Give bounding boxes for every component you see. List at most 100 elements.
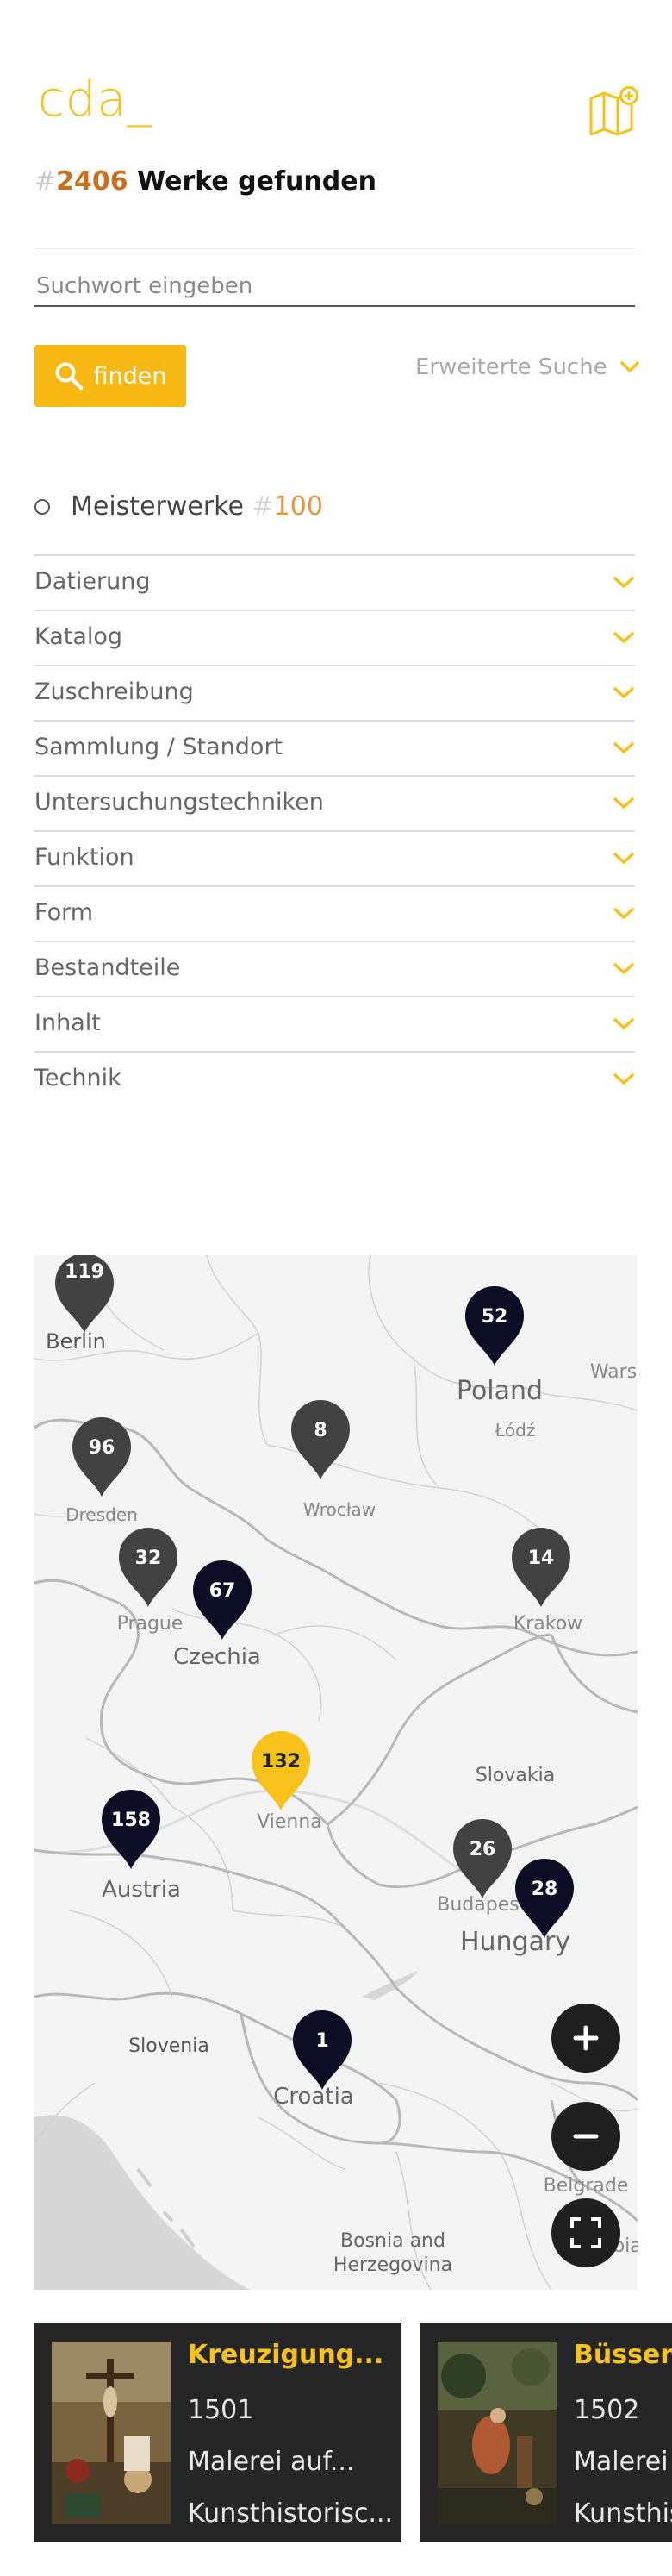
label-hungary: Hungary — [460, 1927, 570, 1957]
filter-label: Technik — [34, 1064, 121, 1091]
result-count-label: Werke gefunden — [128, 166, 376, 197]
search-input[interactable] — [34, 267, 635, 307]
artwork-thumbnail — [52, 2342, 171, 2524]
marker-count: 96 — [89, 1437, 115, 1459]
label-budapest: Budapes — [437, 1894, 519, 1916]
filter-label: Untersuchungstechniken — [34, 788, 324, 816]
label-slovenia: Slovenia — [128, 2035, 209, 2057]
chevron-down-icon — [613, 963, 634, 974]
filter-label: Inhalt — [34, 1009, 101, 1036]
divider — [34, 248, 635, 249]
filter-label: Sammlung / Standort — [34, 733, 283, 760]
filter-label: Zuschreibung — [34, 678, 194, 705]
marker-count: 158 — [111, 1810, 151, 1831]
search-icon — [55, 362, 83, 391]
label-belgrade: Belgrade — [544, 2175, 629, 2197]
artwork-material: Malerei — [574, 2447, 669, 2477]
filter-katalog[interactable]: Katalog — [34, 610, 635, 665]
result-count-number: 2406 — [56, 166, 128, 197]
artwork-title: Kreuzigung... — [188, 2340, 384, 2370]
filter-list: Datierung Katalog Zuschreibung Sammlung … — [34, 554, 635, 1106]
plus-icon — [573, 2025, 599, 2051]
label-bosnia-1: Bosnia and — [340, 2230, 445, 2252]
label-bosnia-2: Herzegovina — [333, 2254, 452, 2276]
fullscreen-icon — [570, 2217, 601, 2248]
label-dresden: Dresden — [65, 1504, 138, 1525]
chevron-down-icon — [613, 687, 634, 698]
marker-count: 32 — [135, 1547, 162, 1569]
chevron-down-icon — [613, 577, 634, 588]
filter-form[interactable]: Form — [34, 885, 635, 941]
fullscreen-button[interactable] — [551, 2198, 620, 2267]
artwork-card[interactable]: Kreuzigung... 1501 Malerei auf... Kunsth… — [34, 2323, 401, 2542]
zoom-out-button[interactable] — [551, 2102, 620, 2171]
minus-icon — [573, 2134, 599, 2139]
chevron-down-icon — [613, 853, 634, 864]
marker-count: 1 — [315, 2030, 328, 2052]
filter-zuschreibung[interactable]: Zuschreibung — [34, 665, 635, 720]
filter-technik[interactable]: Technik — [34, 1051, 635, 1106]
advanced-search-toggle[interactable]: Erweiterte Suche — [415, 350, 640, 385]
find-button-label: finden — [93, 362, 167, 390]
masterpieces-label: Meisterwerke — [71, 491, 244, 522]
artwork-location: Kunsthistorisc... — [188, 2498, 394, 2529]
masterpieces-count: 100 — [273, 491, 323, 522]
label-warsaw: Wars — [590, 1361, 637, 1383]
chevron-down-icon — [613, 632, 634, 643]
map-plus-icon[interactable] — [588, 86, 638, 136]
filter-inhalt[interactable]: Inhalt — [34, 996, 635, 1051]
map[interactable]: Berlin Poland Wars Łódź Dresden Wrocław … — [34, 1255, 638, 2290]
artwork-location: Kunsthis — [574, 2498, 672, 2529]
filter-funktion[interactable]: Funktion — [34, 830, 635, 885]
marker-count: 119 — [65, 1261, 104, 1283]
label-prague: Prague — [117, 1613, 184, 1635]
filter-datierung[interactable]: Datierung — [34, 554, 635, 610]
chevron-down-icon — [613, 797, 634, 809]
zoom-in-button[interactable] — [551, 2004, 620, 2073]
label-czechia: Czechia — [173, 1644, 261, 1670]
chevron-down-icon — [613, 742, 634, 753]
filter-label: Bestandteile — [34, 953, 181, 981]
filter-sammlung[interactable]: Sammlung / Standort — [34, 720, 635, 775]
result-hash: # — [34, 166, 57, 197]
label-berlin: Berlin — [46, 1329, 106, 1354]
marker-count: 132 — [261, 1751, 301, 1773]
label-slovakia: Slovakia — [476, 1765, 555, 1786]
artwork-year: 1501 — [188, 2395, 254, 2425]
masterpieces-radio[interactable] — [34, 498, 50, 515]
chevron-down-icon — [613, 1073, 634, 1085]
result-count: #2406 Werke gefunden — [34, 169, 376, 195]
label-vienna: Vienna — [257, 1811, 322, 1833]
marker-count: 28 — [532, 1879, 558, 1900]
artwork-card[interactable]: Büssend 1502 Malerei Kunsthis — [420, 2323, 672, 2542]
marker-count: 8 — [314, 1420, 327, 1441]
marker-count: 14 — [528, 1547, 555, 1569]
chevron-down-icon — [619, 361, 639, 372]
artwork-year: 1502 — [574, 2395, 640, 2425]
advanced-search-label: Erweiterte Suche — [415, 354, 607, 380]
filter-untersuchungstechniken[interactable]: Untersuchungstechniken — [34, 775, 635, 830]
find-button[interactable]: finden — [34, 345, 186, 407]
marker-count: 26 — [470, 1839, 496, 1860]
label-lodz: Łódź — [495, 1420, 536, 1441]
filter-label: Katalog — [34, 622, 123, 650]
filter-label: Form — [34, 898, 94, 926]
marker-count: 67 — [209, 1580, 236, 1602]
masterpieces-hash: # — [252, 491, 274, 522]
label-poland: Poland — [457, 1376, 543, 1406]
filter-label: Datierung — [34, 567, 151, 595]
label-austria: Austria — [102, 1877, 181, 1903]
artwork-title: Büssend — [574, 2340, 672, 2370]
label-krakow: Krakow — [513, 1613, 582, 1635]
marker-count: 52 — [482, 1306, 508, 1328]
artwork-material: Malerei auf... — [188, 2447, 355, 2477]
artwork-thumbnail — [438, 2342, 557, 2524]
chevron-down-icon — [613, 1018, 634, 1029]
map-canvas[interactable]: Berlin Poland Wars Łódź Dresden Wrocław … — [34, 1255, 638, 2290]
label-croatia: Croatia — [273, 2084, 353, 2110]
app-logo[interactable]: cda_ — [38, 76, 152, 124]
chevron-down-icon — [613, 908, 634, 919]
label-wroclaw: Wrocław — [303, 1499, 376, 1520]
masterpieces-option[interactable]: Meisterwerke #100 — [34, 491, 323, 522]
filter-bestandteile[interactable]: Bestandteile — [34, 941, 635, 996]
